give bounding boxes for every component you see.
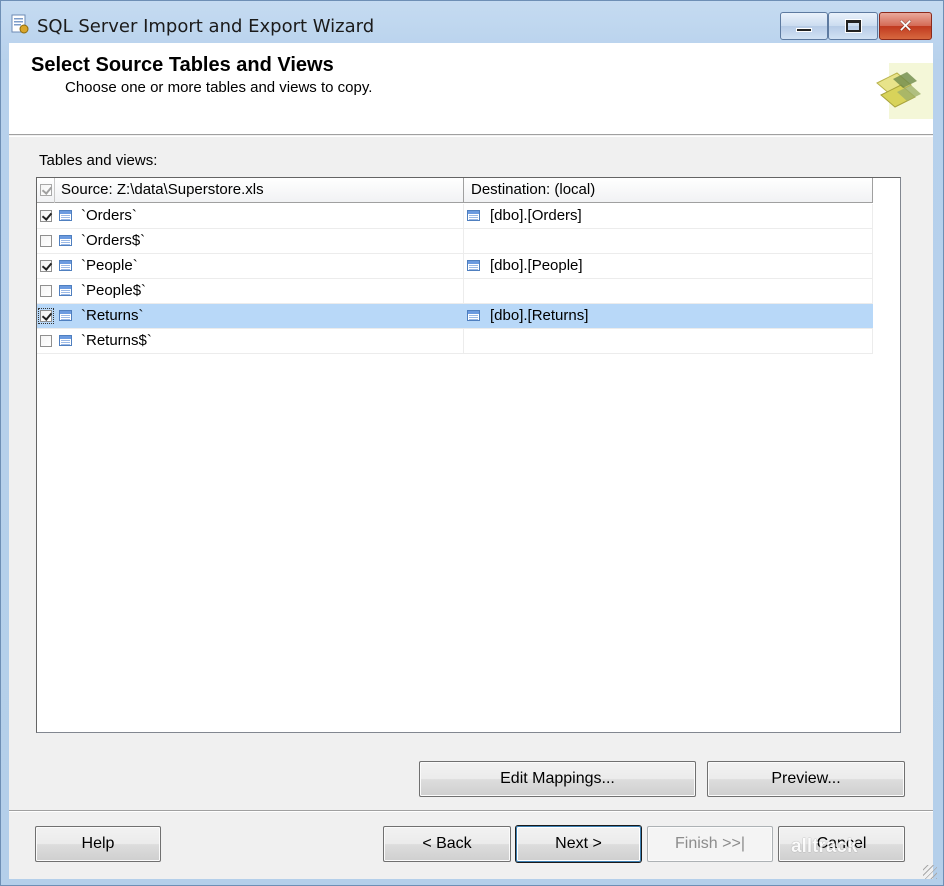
- close-icon: ✕: [897, 15, 914, 37]
- minimize-icon: [796, 28, 812, 32]
- source-column-header[interactable]: Source: Z:\data\Superstore.xls: [55, 178, 464, 203]
- select-all-cell[interactable]: [37, 178, 55, 203]
- row-checkbox-cell[interactable]: [37, 279, 55, 303]
- destination-cell[interactable]: [464, 329, 873, 353]
- row-checkbox-cell[interactable]: [37, 204, 55, 228]
- source-cell[interactable]: `People$`: [55, 279, 464, 303]
- destination-cell[interactable]: [464, 279, 873, 303]
- wizard-header-graphic: [876, 63, 933, 119]
- table-icon: [467, 310, 480, 321]
- table-row[interactable]: `Returns$`: [37, 329, 873, 354]
- header-separator: [9, 136, 933, 137]
- finish-button[interactable]: Finish >>|: [647, 826, 773, 862]
- page-subtitle: Choose one or more tables and views to c…: [65, 79, 373, 96]
- table-row[interactable]: `People` [dbo].[People]: [37, 254, 873, 279]
- table-icon: [59, 335, 72, 346]
- source-table-name: `Returns`: [81, 307, 144, 324]
- row-checkbox[interactable]: [40, 335, 52, 347]
- source-cell[interactable]: `Returns$`: [55, 329, 464, 353]
- source-cell[interactable]: `Returns`: [55, 304, 464, 328]
- destination-table-name: [dbo].[People]: [490, 257, 583, 274]
- destination-cell[interactable]: [dbo].[Orders]: [464, 204, 873, 228]
- table-icon: [467, 260, 480, 271]
- grid-header: Source: Z:\data\Superstore.xls Destinati…: [37, 178, 873, 203]
- destination-cell[interactable]: [dbo].[People]: [464, 254, 873, 278]
- tables-grid[interactable]: Source: Z:\data\Superstore.xls Destinati…: [36, 177, 901, 733]
- table-row[interactable]: `Orders$`: [37, 229, 873, 254]
- edit-mappings-button[interactable]: Edit Mappings...: [419, 761, 696, 797]
- table-icon: [59, 285, 72, 296]
- table-icon: [59, 310, 72, 321]
- page-title: Select Source Tables and Views: [31, 54, 334, 76]
- destination-table-name: [dbo].[Orders]: [490, 207, 582, 224]
- source-table-name: `People`: [81, 257, 138, 274]
- source-table-name: `Orders$`: [81, 232, 146, 249]
- help-button[interactable]: Help: [35, 826, 161, 862]
- table-icon: [59, 260, 72, 271]
- window-title: SQL Server Import and Export Wizard: [37, 16, 375, 37]
- source-cell[interactable]: `Orders$`: [55, 229, 464, 253]
- row-checkbox[interactable]: [40, 235, 52, 247]
- row-checkbox[interactable]: [40, 210, 52, 222]
- maximize-icon: [845, 20, 861, 32]
- wizard-window: SQL Server Import and Export Wizard ✕ Se…: [0, 0, 944, 886]
- row-checkbox-cell[interactable]: [37, 329, 55, 353]
- wizard-client-area: Select Source Tables and Views Choose on…: [9, 43, 933, 879]
- source-table-name: `Orders`: [81, 207, 137, 224]
- row-checkbox-cell[interactable]: [37, 229, 55, 253]
- wizard-header: Select Source Tables and Views Choose on…: [9, 43, 933, 135]
- table-icon: [59, 235, 72, 246]
- footer-separator: [9, 810, 933, 812]
- back-button[interactable]: < Back: [383, 826, 511, 862]
- row-checkbox[interactable]: [38, 308, 54, 324]
- destination-cell[interactable]: [464, 229, 873, 253]
- source-table-name: `Returns$`: [81, 332, 152, 349]
- watermark-text: alltrack: [791, 836, 858, 857]
- maximize-button[interactable]: [828, 12, 878, 40]
- close-button[interactable]: ✕: [879, 12, 932, 40]
- next-button[interactable]: Next >: [516, 826, 641, 862]
- destination-cell[interactable]: [dbo].[Returns]: [464, 304, 873, 328]
- row-checkbox[interactable]: [40, 260, 52, 272]
- table-row[interactable]: `Returns` [dbo].[Returns]: [37, 304, 873, 329]
- destination-table-name: [dbo].[Returns]: [490, 307, 589, 324]
- table-icon: [59, 210, 72, 221]
- tables-and-views-label: Tables and views:: [39, 152, 158, 169]
- destination-column-header[interactable]: Destination: (local): [464, 178, 873, 203]
- source-cell[interactable]: `Orders`: [55, 204, 464, 228]
- row-checkbox[interactable]: [40, 285, 52, 297]
- source-table-name: `People$`: [81, 282, 147, 299]
- row-checkbox-cell[interactable]: [37, 254, 55, 278]
- table-row[interactable]: `Orders` [dbo].[Orders]: [37, 204, 873, 229]
- select-all-checkbox[interactable]: [40, 184, 52, 196]
- table-row[interactable]: `People$`: [37, 279, 873, 304]
- table-icon: [467, 210, 480, 221]
- minimize-button[interactable]: [780, 12, 828, 40]
- preview-button[interactable]: Preview...: [707, 761, 905, 797]
- wizard-app-icon: [11, 14, 29, 34]
- row-checkbox-cell[interactable]: [37, 304, 55, 328]
- title-bar: SQL Server Import and Export Wizard ✕: [1, 1, 943, 43]
- source-cell[interactable]: `People`: [55, 254, 464, 278]
- resize-grip[interactable]: [923, 865, 937, 879]
